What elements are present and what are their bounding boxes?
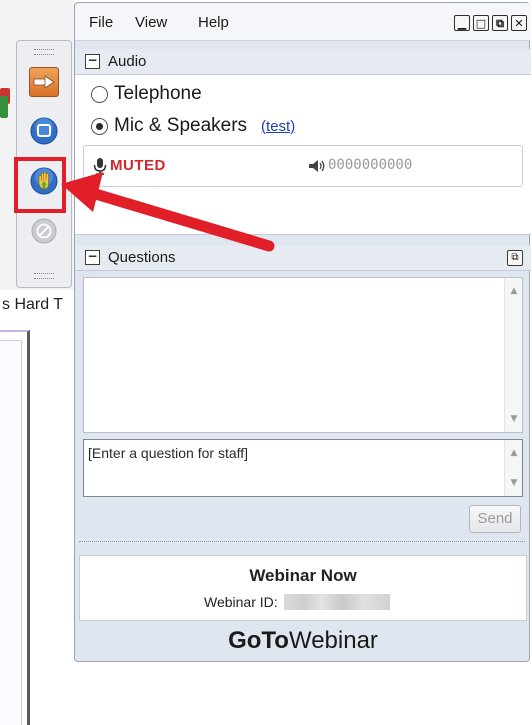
background-partial-label: s Hard T bbox=[2, 296, 64, 313]
brand-light: Webinar bbox=[288, 627, 378, 654]
maximize-button[interactable]: □ bbox=[473, 15, 489, 31]
gotowebinar-logo: GoToWebinar bbox=[75, 627, 531, 655]
control-panel: File View Help ▁ □ ⧉ ✕ − Audio Telephone… bbox=[74, 2, 531, 662]
send-button[interactable]: Send bbox=[469, 505, 521, 533]
audio-status-bar: MUTED 0000000000 bbox=[83, 145, 523, 187]
screen-icon bbox=[30, 117, 58, 145]
screen-sharing-button[interactable] bbox=[29, 116, 59, 146]
mic-speakers-label: Mic & Speakers bbox=[114, 115, 248, 136]
scroll-up-icon[interactable]: ▲ bbox=[509, 448, 519, 458]
audio-section-body: Telephone Mic & Speakers (test) MUTED 00… bbox=[75, 75, 531, 235]
mic-speakers-radio[interactable] bbox=[91, 117, 108, 135]
question-input-scrollbar[interactable]: ▲ ▼ bbox=[504, 440, 522, 496]
webinar-title: Webinar Now bbox=[249, 566, 357, 585]
menu-bar: File View Help ▁ □ ⧉ ✕ bbox=[75, 3, 531, 41]
minimize-button[interactable]: ▁ bbox=[454, 15, 470, 31]
telephone-option[interactable]: Telephone bbox=[91, 83, 202, 105]
audio-section-header: − Audio bbox=[75, 49, 531, 75]
close-button[interactable]: ✕ bbox=[511, 15, 527, 31]
menu-view[interactable]: View bbox=[135, 14, 167, 31]
questions-log: ▲ ▼ bbox=[83, 277, 523, 433]
background-panel-inner bbox=[0, 340, 22, 725]
questions-popout-button[interactable]: ⧉ bbox=[507, 250, 523, 266]
questions-collapse-button[interactable]: − bbox=[85, 250, 100, 265]
mic-muted-status[interactable]: MUTED bbox=[110, 157, 166, 174]
questions-section-header: − Questions ⧉ bbox=[75, 245, 531, 271]
annotation-highlight-box bbox=[14, 157, 66, 213]
popout-icon: ⧉ bbox=[511, 252, 519, 263]
menu-help[interactable]: Help bbox=[198, 14, 229, 31]
question-input-text: [Enter a question for staff] bbox=[88, 445, 249, 461]
background-green-mark bbox=[0, 96, 8, 118]
webinar-info-box: Webinar Now Webinar ID: bbox=[79, 555, 527, 621]
webinar-id-redacted bbox=[283, 594, 390, 610]
menu-file[interactable]: File bbox=[89, 14, 113, 31]
minimize-icon: ▁ bbox=[457, 16, 467, 30]
audio-collapse-button[interactable]: − bbox=[85, 54, 100, 69]
speaker-level-meter: 0000000000 bbox=[328, 157, 413, 173]
close-icon: ✕ bbox=[514, 16, 524, 30]
show-hide-panel-button[interactable] bbox=[29, 67, 59, 97]
question-input[interactable]: [Enter a question for staff] ▲ ▼ bbox=[83, 439, 523, 497]
toolbar-grip-bottom[interactable] bbox=[34, 273, 54, 279]
section-divider bbox=[79, 541, 525, 542]
minus-icon: − bbox=[87, 53, 98, 67]
scroll-down-icon[interactable]: ▼ bbox=[509, 478, 519, 488]
disabled-icon bbox=[31, 218, 57, 244]
webinar-id-label: Webinar ID: bbox=[204, 594, 278, 610]
arrow-right-icon bbox=[33, 75, 55, 89]
disabled-tool-button bbox=[29, 216, 59, 246]
restore-button[interactable]: ⧉ bbox=[492, 15, 508, 31]
questions-log-scrollbar[interactable]: ▲ ▼ bbox=[504, 278, 522, 432]
mic-speakers-option[interactable]: Mic & Speakers (test) bbox=[91, 115, 295, 137]
audio-section-title: Audio bbox=[108, 53, 147, 70]
audio-test-link[interactable]: (test) bbox=[261, 118, 295, 135]
telephone-label: Telephone bbox=[114, 83, 202, 104]
toolbar-grip-top[interactable] bbox=[34, 49, 54, 55]
restore-icon: ⧉ bbox=[496, 16, 504, 30]
webinar-id-row: Webinar ID: bbox=[204, 594, 390, 610]
window-buttons: ▁ □ ⧉ ✕ bbox=[454, 15, 527, 31]
microphone-icon[interactable] bbox=[92, 157, 108, 175]
scroll-up-icon[interactable]: ▲ bbox=[509, 286, 519, 296]
speaker-icon bbox=[309, 160, 325, 172]
minus-icon: − bbox=[87, 249, 98, 263]
telephone-radio[interactable] bbox=[91, 85, 108, 103]
maximize-icon: □ bbox=[475, 16, 487, 30]
brand-bold: GoTo bbox=[228, 627, 289, 654]
questions-section-title: Questions bbox=[108, 249, 176, 266]
scroll-down-icon[interactable]: ▼ bbox=[509, 414, 519, 424]
